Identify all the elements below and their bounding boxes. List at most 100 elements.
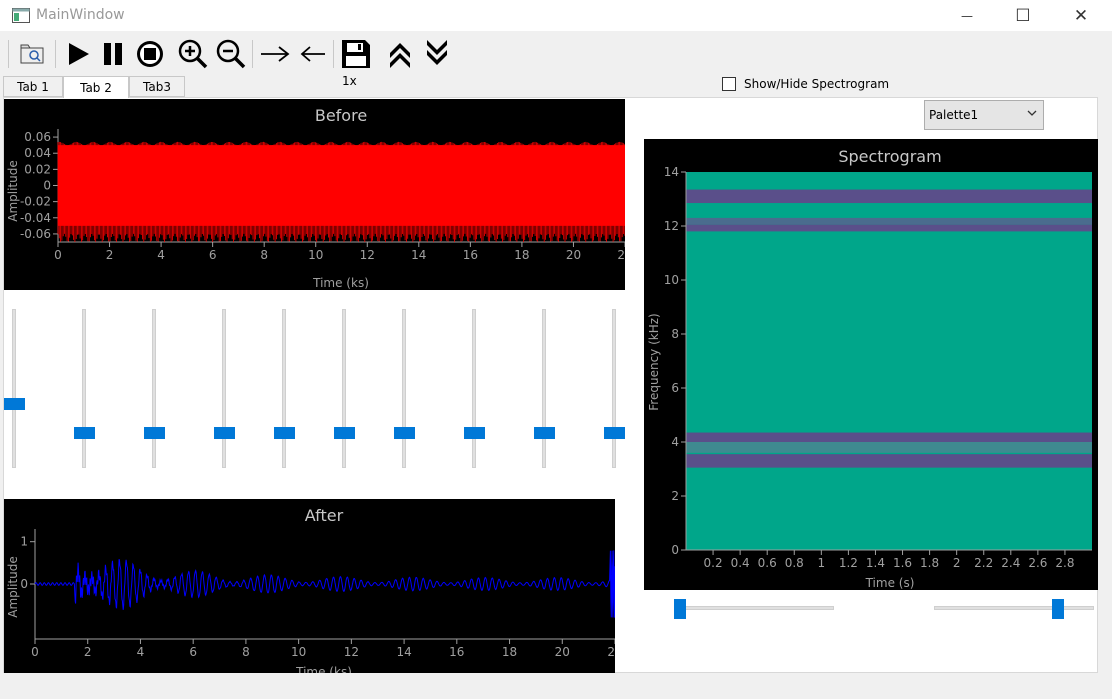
equalizer-slider-handle[interactable] bbox=[394, 427, 415, 440]
x-tick-label: 2.2 bbox=[974, 556, 993, 570]
equalizer-slider-track[interactable] bbox=[342, 309, 346, 468]
x-tick-label: 10 bbox=[291, 645, 306, 659]
zoom-out-icon bbox=[216, 39, 246, 69]
y-axis-label: Frequency (kHz) bbox=[647, 313, 661, 410]
equalizer-slider-track[interactable] bbox=[282, 309, 286, 468]
x-axis-label: Time (ks) bbox=[312, 276, 369, 290]
tab-label: Tab 2 bbox=[80, 80, 112, 95]
equalizer-slider-handle[interactable] bbox=[214, 427, 235, 440]
open-button[interactable] bbox=[15, 36, 49, 72]
x-tick-label: 1.2 bbox=[839, 556, 858, 570]
equalizer-slider-track[interactable] bbox=[612, 309, 616, 468]
equalizer-slider-track[interactable] bbox=[12, 309, 16, 468]
x-tick-label: 4 bbox=[137, 645, 145, 659]
y-tick-label: -0.02 bbox=[20, 195, 51, 209]
x-tick-label: 14 bbox=[396, 645, 411, 659]
save-icon bbox=[342, 40, 370, 68]
x-tick-label: 1.4 bbox=[866, 556, 885, 570]
maximize-button[interactable]: ☐ bbox=[1000, 0, 1046, 31]
tab-2[interactable]: Tab 2 bbox=[63, 76, 129, 98]
x-tick-label: 0 bbox=[54, 248, 62, 262]
signal-line bbox=[34, 550, 615, 618]
pause-icon bbox=[104, 43, 122, 65]
heatmap-band bbox=[686, 189, 1092, 204]
stop-icon bbox=[137, 41, 163, 67]
close-icon: ✕ bbox=[1073, 5, 1089, 26]
close-button[interactable]: ✕ bbox=[1058, 0, 1104, 31]
equalizer-slider-track[interactable] bbox=[402, 309, 406, 468]
equalizer-slider-handle[interactable] bbox=[274, 427, 295, 440]
equalizer-slider-handle[interactable] bbox=[334, 427, 355, 440]
equalizer-slider-handle[interactable] bbox=[144, 427, 165, 440]
after-plot: After Time (ks) Amplitude 0 2 4 6 8 10 12 14 16 1… bbox=[4, 499, 615, 673]
pause-button[interactable] bbox=[96, 36, 130, 72]
x-axis-label: Time (s) bbox=[865, 576, 915, 590]
equalizer-slider-track[interactable] bbox=[472, 309, 476, 468]
x-tick-label: 6 bbox=[209, 248, 217, 262]
x-tick-label: 18 bbox=[502, 645, 517, 659]
y-tick-label: 6 bbox=[671, 381, 679, 395]
x-tick-label: 1 bbox=[818, 556, 826, 570]
range-slider-right-handle[interactable] bbox=[1052, 599, 1065, 619]
x-tick-label: 4 bbox=[157, 248, 165, 262]
zoom-out-button[interactable] bbox=[214, 36, 248, 72]
equalizer-slider-track[interactable] bbox=[542, 309, 546, 468]
x-tick-label: 2.6 bbox=[1028, 556, 1047, 570]
x-tick-label: 10 bbox=[308, 248, 323, 262]
equalizer-slider-handle[interactable] bbox=[74, 427, 95, 440]
save-button[interactable] bbox=[339, 36, 373, 72]
equalizer-slider-track[interactable] bbox=[222, 309, 226, 468]
x-tick-label: 0.8 bbox=[785, 556, 804, 570]
x-tick-label: 14 bbox=[411, 248, 426, 262]
equalizer-slider-track[interactable] bbox=[152, 309, 156, 468]
backward-button[interactable] bbox=[296, 36, 330, 72]
play-button[interactable] bbox=[61, 36, 95, 72]
play-icon bbox=[69, 43, 89, 65]
y-tick-label: 14 bbox=[664, 165, 679, 179]
y-tick-label: 10 bbox=[664, 273, 679, 287]
equalizer-slider-handle[interactable] bbox=[464, 427, 485, 440]
y-tick-label: 0 bbox=[43, 179, 51, 193]
x-tick-label: 16 bbox=[449, 645, 464, 659]
tab-1[interactable]: Tab 1 bbox=[3, 76, 63, 97]
app-icon bbox=[12, 8, 30, 23]
x-tick-label: 2 bbox=[106, 248, 114, 262]
status-bar bbox=[0, 676, 1112, 699]
range-slider-right-track[interactable] bbox=[934, 606, 1094, 610]
show-hide-spectrogram-label: Show/Hide Spectrogram bbox=[744, 77, 890, 91]
heatmap-band bbox=[686, 224, 1092, 232]
x-axis-label: Time (ks) bbox=[295, 665, 352, 673]
x-tick-label: 20 bbox=[555, 645, 570, 659]
minimize-button[interactable]: — bbox=[944, 0, 990, 31]
equalizer-slider-handle[interactable] bbox=[534, 427, 555, 440]
y-tick-label: 0 bbox=[671, 543, 679, 557]
speed-up-icon bbox=[390, 43, 410, 68]
range-slider-left-track[interactable] bbox=[674, 606, 834, 610]
palette-select[interactable]: Palette1 bbox=[924, 100, 1044, 130]
tab-3[interactable]: Tab3 bbox=[129, 76, 185, 97]
x-tick-label: 1.8 bbox=[920, 556, 939, 570]
y-tick-label: 4 bbox=[671, 435, 679, 449]
toolbar-grip bbox=[8, 40, 9, 68]
title-bar: MainWindow — ☐ ✕ bbox=[0, 0, 1112, 31]
stop-button[interactable] bbox=[133, 36, 167, 72]
maximize-icon: ☐ bbox=[1015, 5, 1031, 26]
range-slider-left-handle[interactable] bbox=[674, 599, 686, 619]
x-tick-label: 2.8 bbox=[1055, 556, 1074, 570]
speed-up-button[interactable] bbox=[383, 36, 417, 72]
arrow-right-icon bbox=[261, 46, 290, 62]
x-tick-label: 2 bbox=[953, 556, 961, 570]
equalizer-slider-handle[interactable] bbox=[604, 427, 625, 440]
open-icon bbox=[20, 44, 44, 64]
x-tick-label: 16 bbox=[463, 248, 478, 262]
show-hide-spectrogram-checkbox[interactable] bbox=[722, 77, 736, 91]
speed-down-button[interactable] bbox=[420, 36, 454, 72]
y-axis-label: Amplitude bbox=[6, 160, 20, 222]
equalizer-slider-track[interactable] bbox=[82, 309, 86, 468]
y-tick-label: 0.04 bbox=[24, 146, 51, 160]
zoom-in-button[interactable] bbox=[176, 36, 210, 72]
equalizer-slider-handle[interactable] bbox=[4, 398, 25, 411]
arrow-left-icon bbox=[300, 46, 325, 62]
heatmap-band bbox=[686, 454, 1092, 468]
forward-button[interactable] bbox=[258, 36, 292, 72]
